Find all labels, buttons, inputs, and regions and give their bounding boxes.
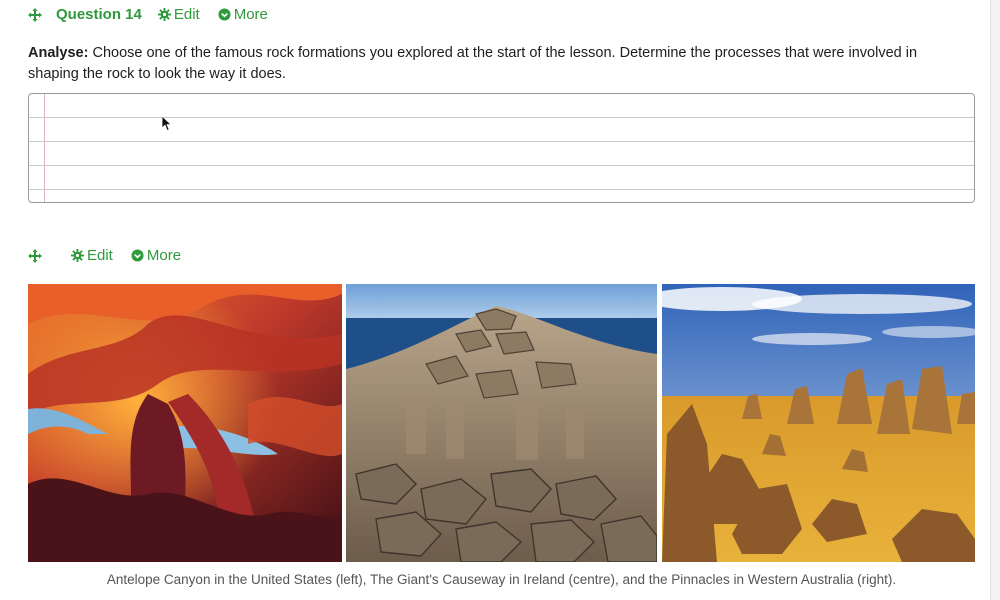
giants-causeway-photo: [346, 284, 657, 562]
answer-margin-line: [44, 94, 45, 202]
answer-textarea[interactable]: [28, 93, 975, 203]
antelope-canyon-photo: [28, 284, 342, 562]
media-toolbar: Edit More: [28, 247, 199, 264]
gear-icon: [157, 8, 171, 21]
answer-rule: [29, 189, 974, 190]
move-arrows-icon[interactable]: [28, 248, 42, 263]
question-title: Question 14: [56, 6, 142, 23]
gear-icon: [71, 249, 84, 262]
more-label: More: [146, 247, 182, 264]
lesson-page: Question 14 Edit More Analyse: Choose on…: [0, 0, 991, 600]
answer-rule: [29, 141, 974, 142]
edit-button[interactable]: Edit: [157, 6, 200, 23]
more-button[interactable]: More: [218, 6, 268, 23]
chevron-circle-icon: [218, 8, 231, 21]
pinnacles-photo: [662, 284, 975, 562]
prompt-text: Choose one of the famous rock formations…: [28, 45, 918, 82]
image-gallery: [28, 284, 975, 562]
more-label: More: [233, 6, 268, 23]
media-edit-button[interactable]: Edit: [71, 247, 113, 264]
image-caption: Antelope Canyon in the United States (le…: [106, 572, 897, 587]
chevron-circle-icon: [131, 249, 144, 262]
question-prompt: Analyse: Choose one of the famous rock f…: [28, 43, 958, 85]
question-toolbar: Question 14 Edit More: [28, 6, 286, 23]
media-more-button[interactable]: More: [131, 247, 181, 264]
prompt-keyword: Analyse:: [28, 45, 89, 61]
answer-rule: [29, 165, 974, 166]
mouse-cursor-icon: [162, 116, 172, 132]
move-arrows-icon[interactable]: [28, 7, 42, 22]
edit-label: Edit: [87, 247, 113, 264]
scroll-gutter: [991, 0, 1000, 600]
edit-label: Edit: [173, 6, 200, 23]
